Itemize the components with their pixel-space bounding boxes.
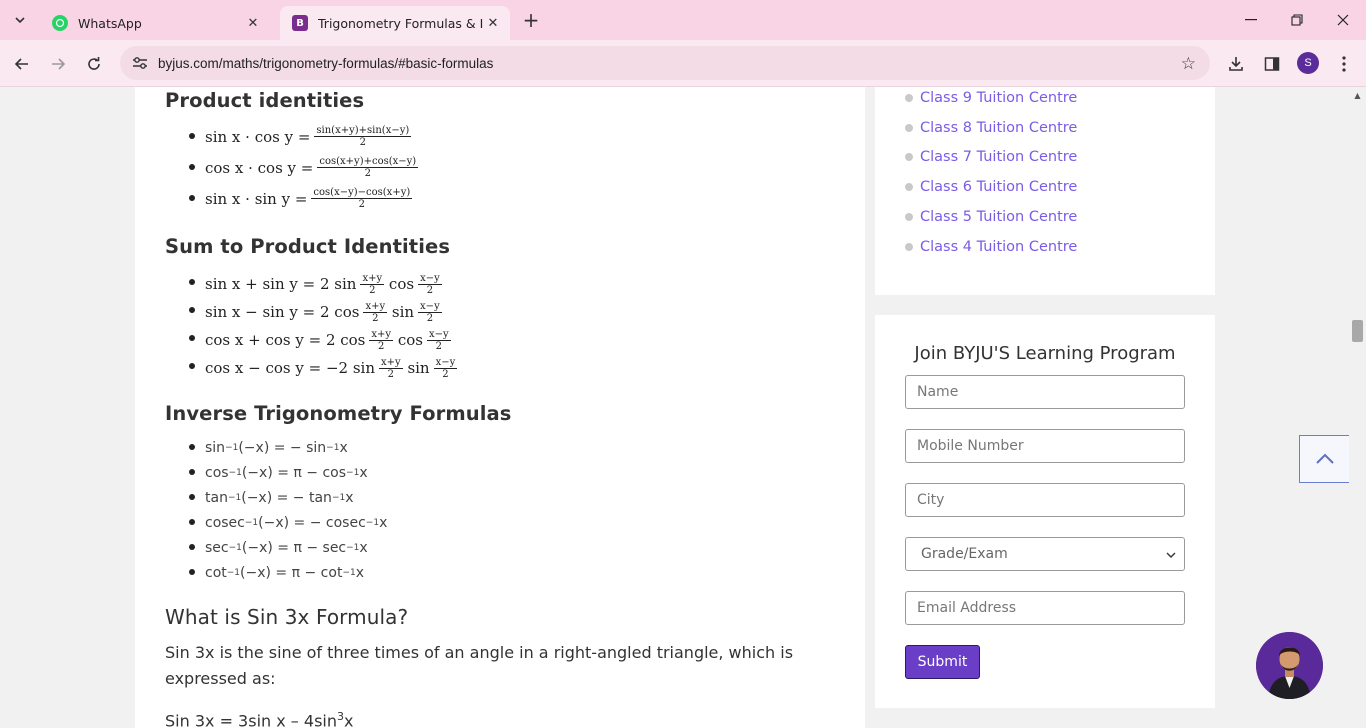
sum-to-product-list: sin x + sin y = 2 sin x+y 2 cos x−y 2 sin x … bbox=[188, 270, 458, 382]
tuition-link[interactable]: Class 4 Tuition Centre bbox=[905, 232, 1077, 262]
list-item: cos −1 (−x) = π − cos −1 x bbox=[188, 460, 387, 485]
bookmark-star-icon[interactable]: ☆ bbox=[1181, 54, 1196, 74]
restore-icon[interactable] bbox=[1274, 0, 1320, 40]
chevron-down-icon bbox=[1166, 546, 1176, 562]
tab-trigonometry[interactable]: B Trigonometry Formulas & Ident ✕ bbox=[280, 6, 510, 40]
signup-form-panel: Join BYJU'S Learning Program Grade/Exam … bbox=[875, 315, 1215, 708]
back-icon[interactable] bbox=[9, 51, 35, 77]
scroll-up-arrow-icon[interactable]: ▲ bbox=[1349, 87, 1366, 104]
form-title: Join BYJU'S Learning Program bbox=[914, 343, 1176, 364]
tuition-link[interactable]: Class 5 Tuition Centre bbox=[905, 202, 1077, 232]
menu-kebab-icon[interactable] bbox=[1333, 53, 1355, 75]
browser-toolbar: byjus.com/maths/trigonometry-formulas/#b… bbox=[0, 40, 1366, 87]
url-text: byjus.com/maths/trigonometry-formulas/#b… bbox=[158, 55, 494, 71]
page-scrollbar[interactable]: ▲ bbox=[1349, 87, 1366, 728]
bullet-icon bbox=[905, 153, 913, 162]
chat-assistant-avatar[interactable] bbox=[1256, 632, 1323, 699]
bullet-icon bbox=[905, 242, 913, 251]
city-field[interactable] bbox=[905, 483, 1185, 517]
site-info-icon[interactable] bbox=[130, 56, 150, 70]
side-panel-icon[interactable] bbox=[1261, 53, 1283, 75]
list-item: tan −1 (−x) = − tan −1 x bbox=[188, 485, 387, 510]
tuition-link[interactable]: Class 6 Tuition Centre bbox=[905, 172, 1077, 202]
sin3x-paragraph: Sin 3x is the sine of three times of an … bbox=[165, 643, 794, 688]
sum-to-product-heading: Sum to Product Identities bbox=[165, 235, 451, 258]
scrollbar-thumb[interactable] bbox=[1352, 320, 1363, 342]
list-item: sin x + sin y = 2 sin x+y 2 cos x−y 2 bbox=[188, 270, 457, 298]
tuition-link[interactable]: Class 9 Tuition Centre bbox=[905, 87, 1077, 113]
close-window-icon[interactable] bbox=[1320, 0, 1366, 40]
list-item: sin x · sin y = cos(x−y)−cos(x+y) 2 bbox=[188, 186, 418, 211]
list-item: cos x + cos y = 2 cos x+y 2 cos x−y 2 bbox=[188, 326, 457, 354]
list-item: sin −1 (−x) = − sin −1 x bbox=[188, 435, 387, 460]
browser-tab-bar: WhatsApp ✕ B Trigonometry Formulas & Ide… bbox=[0, 0, 1366, 40]
close-tab-icon[interactable]: ✕ bbox=[244, 14, 262, 32]
forward-icon[interactable] bbox=[45, 51, 71, 77]
name-field[interactable] bbox=[905, 375, 1185, 409]
profile-avatar[interactable]: S bbox=[1297, 52, 1319, 74]
list-item: sin x · cos y = sin(x+y)+sin(x−y) 2 bbox=[188, 124, 418, 149]
grade-exam-value: Grade/Exam bbox=[921, 546, 1008, 562]
reload-icon[interactable] bbox=[81, 51, 107, 77]
article-content: Product identities sin x · cos y = sin(x+… bbox=[135, 87, 865, 728]
tab-title: Trigonometry Formulas & Ident bbox=[318, 15, 484, 31]
bullet-icon bbox=[905, 213, 913, 222]
bullet-icon bbox=[905, 123, 913, 132]
list-item: sec −1 (−x) = π − sec −1 x bbox=[188, 535, 387, 560]
submit-button[interactable]: Submit bbox=[905, 645, 980, 679]
byjus-favicon-icon: B bbox=[292, 15, 308, 31]
sin3x-heading: What is Sin 3x Formula? bbox=[165, 605, 409, 629]
inverse-trig-heading: Inverse Trigonometry Formulas bbox=[165, 402, 512, 425]
inverse-trig-list: sin −1 (−x) = − sin −1 x cos −1 (−x) = π − … bbox=[188, 435, 387, 585]
product-identities-list: sin x · cos y = sin(x+y)+sin(x−y) 2 cos x … bbox=[188, 124, 419, 211]
list-item: cosec −1 (−x) = − cosec −1 x bbox=[188, 510, 387, 535]
tuition-link[interactable]: Class 7 Tuition Centre bbox=[905, 143, 1077, 173]
whatsapp-icon bbox=[52, 15, 68, 31]
scroll-to-top-button[interactable] bbox=[1299, 435, 1351, 483]
download-icon[interactable] bbox=[1225, 53, 1247, 75]
tuition-link[interactable]: Class 8 Tuition Centre bbox=[905, 113, 1077, 143]
sin3x-formula: Sin 3x = 3sin x – 4sin3x bbox=[165, 710, 354, 728]
address-bar[interactable]: byjus.com/maths/trigonometry-formulas/#b… bbox=[120, 46, 1210, 80]
page-viewport: Product identities sin x · cos y = sin(x+… bbox=[0, 87, 1366, 728]
list-item: cos x · cos y = cos(x+y)+cos(x−y) 2 bbox=[188, 156, 419, 179]
bullet-icon bbox=[905, 183, 913, 192]
email-field[interactable] bbox=[905, 591, 1185, 625]
list-item: cot −1 (−x) = π − cot −1 x bbox=[188, 560, 387, 585]
tab-whatsapp[interactable]: WhatsApp ✕ bbox=[40, 6, 270, 40]
product-identities-heading: Product identities bbox=[165, 89, 365, 112]
tuition-list: Class 9 Tuition Centre Class 8 Tuition C… bbox=[905, 87, 1077, 262]
list-item: cos x − cos y = −2 sin x+y 2 sin x−y 2 bbox=[188, 354, 458, 382]
tab-search-icon[interactable] bbox=[8, 8, 32, 32]
list-item: sin x − sin y = 2 cos x+y 2 sin x−y 2 bbox=[188, 298, 457, 326]
new-tab-icon[interactable]: + bbox=[520, 10, 542, 32]
tab-title: WhatsApp bbox=[78, 15, 142, 31]
minimize-icon[interactable] bbox=[1228, 0, 1274, 40]
mobile-number-field[interactable] bbox=[905, 429, 1185, 463]
chevron-up-icon bbox=[1315, 450, 1335, 469]
close-tab-icon[interactable]: ✕ bbox=[484, 14, 502, 32]
bullet-icon bbox=[905, 93, 913, 102]
tuition-centres-panel: Class 9 Tuition Centre Class 8 Tuition C… bbox=[875, 87, 1215, 295]
grade-exam-select[interactable]: Grade/Exam bbox=[905, 537, 1185, 571]
